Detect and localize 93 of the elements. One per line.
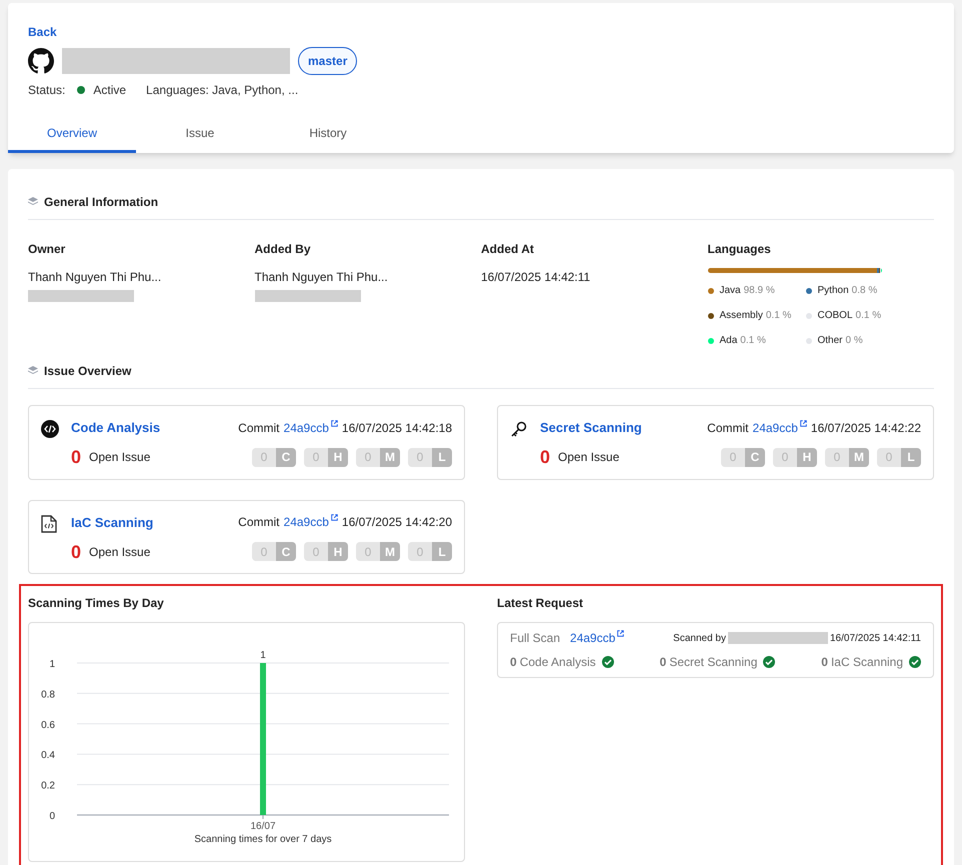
check-circle-icon (602, 656, 614, 668)
field-value: Thanh Nguyen Thi Phu... (28, 269, 162, 286)
file-code-icon (41, 514, 57, 532)
layers-icon (28, 366, 38, 376)
result-count: 0 (660, 654, 666, 671)
language-name: Java (720, 284, 741, 298)
result-count: 0 (510, 654, 517, 671)
languages-summary: Languages: Java, Python, ... (146, 82, 298, 99)
language-percent: 0.1 % (740, 334, 766, 348)
field-label: Added At (481, 241, 535, 258)
panel-title: Scanning Times By Day (28, 595, 165, 612)
commit-link[interactable]: 24a9ccb (284, 513, 338, 532)
external-link-icon (330, 420, 338, 427)
severity-letter: C (276, 448, 296, 466)
severity-letter: L (901, 448, 921, 466)
check-circle-icon (909, 656, 921, 668)
commit-time: 16/07/2025 14:42:22 (810, 420, 921, 437)
tab[interactable]: Overview (8, 115, 136, 153)
language-percent: 0.1 % (766, 309, 792, 323)
language-name: Python (818, 284, 849, 298)
severity-letter: H (328, 542, 348, 561)
open-issue-count: 0 (71, 448, 82, 466)
y-tick-label: 0 (49, 811, 55, 822)
scan-time: 16/07/2025 14:42:11 (830, 632, 921, 646)
open-issue-label: Open Issue (89, 544, 150, 560)
check-circle-icon (763, 656, 776, 668)
x-axis-title: Scanning times for over 7 days (194, 834, 332, 845)
y-tick-label: 0.2 (41, 780, 55, 792)
result-label: IaC Scanning (830, 654, 903, 671)
commit-time: 16/07/2025 14:42:18 (342, 420, 452, 437)
status-label: Status: (28, 82, 66, 99)
commit-link[interactable]: 24a9ccb (752, 418, 807, 437)
field-label: Added By (254, 241, 312, 258)
language-percent: 0 % (846, 334, 863, 348)
severity-letter: H (797, 448, 817, 466)
language-name: COBOL (818, 309, 853, 323)
severity-letter: M (849, 448, 869, 466)
commit-label: Commit (238, 420, 280, 437)
y-tick-label: 1 (49, 659, 55, 670)
severity-letter: L (432, 448, 452, 466)
result-label: Code Analysis (520, 654, 596, 671)
branch-badge: master (298, 47, 358, 75)
section-title: Issue Overview (44, 363, 132, 380)
field-label: Owner (28, 241, 66, 258)
data-label: 1 (260, 650, 266, 661)
tab[interactable]: History (264, 115, 392, 153)
y-tick-label: 0.6 (41, 720, 55, 731)
scan-title-link[interactable]: Secret Scanning (540, 418, 642, 438)
severity-letter: H (328, 448, 348, 466)
severity-letter: L (432, 542, 452, 561)
language-percent: 98.9 % (744, 284, 775, 298)
severity-letter: M (380, 542, 400, 561)
y-tick-label: 0.4 (41, 750, 55, 762)
tab[interactable]: Issue (136, 115, 264, 153)
status-value: Active (93, 82, 126, 99)
y-tick-label: 0.8 (41, 689, 55, 700)
severity-letter: M (380, 448, 400, 466)
x-tick-label: 16/07 (250, 821, 276, 832)
field-value: Thanh Nguyen Thi Phu... (254, 269, 389, 286)
external-link-icon (330, 514, 338, 522)
field-value: 16/07/2025 14:42:11 (481, 269, 592, 286)
open-issue-count: 0 (71, 542, 82, 560)
scan-title-link[interactable]: IaC Scanning (71, 512, 154, 532)
commit-link[interactable]: 24a9ccb (284, 418, 338, 437)
open-issue-label: Open Issue (558, 449, 620, 466)
external-link-icon (800, 420, 807, 427)
language-percent: 0.8 % (852, 284, 878, 298)
severity-letter: C (745, 448, 765, 466)
language-name: Ada (720, 334, 738, 348)
open-issue-label: Open Issue (89, 449, 150, 466)
commit-time: 16/07/2025 14:42:20 (342, 514, 452, 532)
section-title: General Information (44, 194, 158, 211)
result-count: 0 (821, 654, 828, 671)
external-link-icon (617, 630, 624, 637)
commit-link[interactable]: 24a9ccb (570, 629, 624, 647)
open-issue-count: 0 (540, 448, 550, 466)
code-icon (41, 420, 59, 438)
result-label: Secret Scanning (669, 654, 758, 671)
scan-type: Full Scan (510, 630, 560, 647)
back-link[interactable]: Back (28, 23, 934, 41)
severity-letter: C (276, 542, 296, 561)
commit-label: Commit (707, 420, 749, 437)
field-label: Languages (708, 241, 772, 258)
scanned-by-label: Scanned by (673, 632, 726, 646)
language-percent: 0.1 % (856, 309, 882, 323)
language-name: Other (818, 334, 843, 348)
layers-icon (28, 197, 38, 207)
panel-title: Latest Request (497, 595, 584, 612)
commit-label: Commit (238, 514, 280, 532)
key-icon (510, 420, 528, 438)
github-icon (28, 48, 54, 74)
scan-title-link[interactable]: Code Analysis (71, 418, 160, 438)
language-name: Assembly (720, 309, 763, 323)
